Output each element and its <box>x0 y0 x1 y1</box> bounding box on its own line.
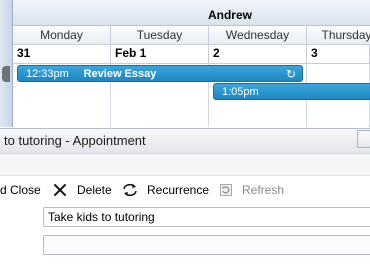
day-header-tuesday[interactable]: Tuesday <box>111 26 209 45</box>
appointment-window-title: to tutoring - Appointment <box>4 133 146 148</box>
appointment-second[interactable]: 1:05pm <box>213 83 370 100</box>
subject-field[interactable]: Take kids to tutoring <box>43 207 370 227</box>
refresh-icon[interactable] <box>217 181 235 198</box>
day-header-wednesday[interactable]: Wednesday <box>209 26 307 45</box>
delete-x-icon[interactable] <box>51 181 69 198</box>
date-cell-thursday[interactable]: 3 <box>307 45 370 64</box>
ribbon-strip <box>0 154 370 176</box>
resource-name: Andrew <box>207 8 252 22</box>
date-cell-monday[interactable]: 31 <box>13 45 111 64</box>
appointment-time: 1:05pm <box>222 86 259 98</box>
date-cell-wednesday[interactable]: 2 <box>209 45 307 64</box>
appointment-title: Review Essay <box>83 68 157 80</box>
date-cell-tuesday[interactable]: Feb 1 <box>111 45 209 64</box>
delete-button[interactable]: Delete <box>77 182 112 198</box>
window-control-button[interactable] <box>357 130 370 148</box>
day-header-monday[interactable]: Monday <box>13 26 111 45</box>
location-field[interactable] <box>43 235 370 255</box>
recurrence-button[interactable]: Recurrence <box>147 182 209 198</box>
appointment-review-essay[interactable]: 12:33pm Review Essay ↻ <box>17 65 303 82</box>
recurrence-icon: ↻ <box>285 67 297 81</box>
time-gutter <box>0 0 13 127</box>
recurrence-icon[interactable] <box>121 181 139 198</box>
refresh-button[interactable]: Refresh <box>242 182 284 198</box>
day-header-thursday[interactable]: Thursday <box>307 26 370 45</box>
appointment-drag-handle[interactable] <box>2 66 10 82</box>
save-and-close-button[interactable]: d Close <box>0 182 41 198</box>
